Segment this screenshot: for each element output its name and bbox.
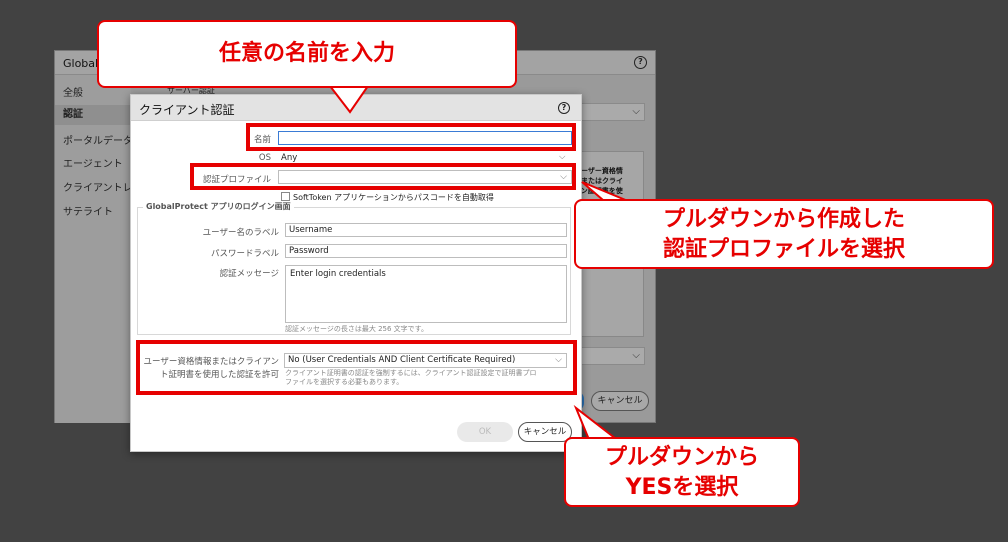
callout-auth-profile-line1: プルダウンから作成した bbox=[662, 207, 905, 232]
callout-allow-cert-line2: YESを選択 bbox=[625, 475, 739, 500]
callout1-pointer bbox=[327, 85, 370, 114]
callout-name: 任意の名前を入力 bbox=[97, 20, 517, 88]
callout-auth-profile-line2: 認証プロファイルを選択 bbox=[662, 237, 905, 262]
callout-auth-profile: プルダウンから作成した 認証プロファイルを選択 bbox=[574, 199, 994, 269]
callout-name-text: 任意の名前を入力 bbox=[218, 41, 395, 66]
callout-allow-cert: プルダウンから YESを選択 bbox=[564, 437, 800, 507]
callout-allow-cert-line1: プルダウンから bbox=[604, 445, 759, 470]
